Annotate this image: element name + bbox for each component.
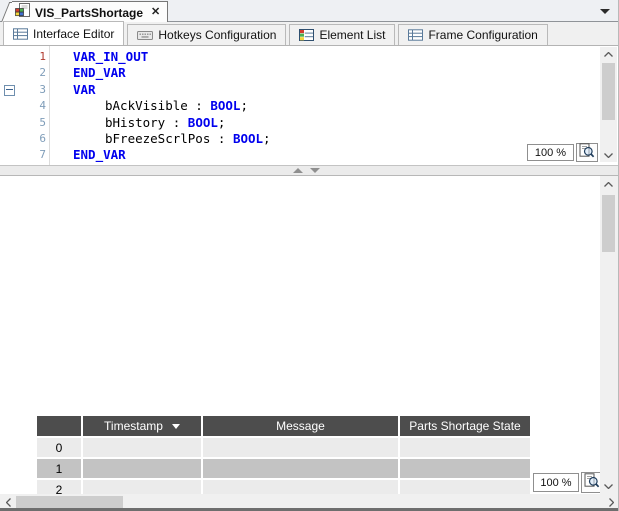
- table-cell: [83, 459, 201, 478]
- tab-label: Hotkeys Configuration: [158, 28, 277, 42]
- scrollbar-thumb[interactable]: [16, 496, 123, 508]
- scroll-down-icon[interactable]: [600, 148, 617, 162]
- scrollbar-thumb[interactable]: [602, 63, 615, 120]
- line-number: 5: [39, 115, 46, 129]
- document-tab-vis-partsshortage[interactable]: VIS_PartsShortage: [12, 1, 169, 23]
- code-line: 4 bAckVisible : BOOL;: [0, 98, 599, 114]
- tab-frame-configuration[interactable]: Frame Configuration: [398, 24, 548, 45]
- form-icon: [408, 29, 424, 41]
- editor-zoom-tool-button[interactable]: [576, 142, 598, 163]
- zoom-tool-icon: [579, 142, 595, 163]
- table-header-row: Timestamp Message Parts Shortage State: [37, 416, 530, 436]
- visualization-canvas[interactable]: Timestamp Message Parts Shortage State 012…: [0, 176, 600, 511]
- code-text: bAckVisible : BOOL;: [105, 98, 248, 114]
- document-tab-title: VIS_PartsShortage: [35, 5, 144, 20]
- fold-margin: [0, 65, 21, 81]
- collapse-icon[interactable]: [4, 84, 15, 96]
- line-number: 2: [39, 66, 46, 80]
- tab-label: Element List: [319, 28, 386, 42]
- editor-vertical-scrollbar[interactable]: [600, 47, 617, 162]
- close-icon[interactable]: [151, 7, 160, 18]
- column-header[interactable]: Message: [203, 416, 398, 436]
- table-cell: [400, 459, 530, 478]
- code-lines: 1 VAR_IN_OUT 2 END_VAR 3 VAR 4 bAckVisible : BO…: [0, 49, 599, 164]
- splitter-handles[interactable]: [293, 168, 320, 173]
- fold-margin: [0, 49, 21, 65]
- fold-margin: [0, 82, 21, 98]
- code-text: END_VAR: [73, 147, 126, 163]
- column-header[interactable]: Timestamp: [83, 416, 201, 436]
- visualization-zoom-level[interactable]: 100 %: [533, 473, 579, 492]
- scrollbar-thumb[interactable]: [602, 195, 615, 252]
- code-text: VAR: [73, 81, 96, 97]
- code-line: 1 VAR_IN_OUT: [0, 49, 599, 65]
- fold-margin: [0, 98, 21, 114]
- code-line: 6 bFreezeScrlPos : BOOL;: [0, 131, 599, 147]
- splitter-up-icon[interactable]: [293, 168, 303, 173]
- table-cell: [83, 438, 201, 457]
- code-text: bHistory : BOOL;: [105, 114, 226, 130]
- document-tab-strip: VIS_PartsShortage: [0, 0, 618, 23]
- line-number: 6: [39, 131, 46, 145]
- sort-dropdown-icon[interactable]: [171, 423, 180, 429]
- editor-subtab-bar: Interface Editor Hotkeys Configuration E…: [0, 21, 618, 46]
- tab-label: Frame Configuration: [428, 28, 538, 42]
- splitter-down-icon[interactable]: [310, 168, 320, 173]
- code-line: 2 END_VAR: [0, 65, 599, 81]
- table-cell: [203, 438, 398, 457]
- visualization-object-icon: [15, 2, 30, 23]
- code-line: 5 bHistory : BOOL;: [0, 115, 599, 131]
- code-text: VAR_IN_OUT: [73, 49, 149, 64]
- scroll-up-icon[interactable]: [600, 177, 617, 191]
- column-header-label: Timestamp: [104, 419, 163, 433]
- visualization-vertical-scrollbar[interactable]: [600, 177, 617, 493]
- visualization-editor-window: VIS_PartsShortage Interface Editor: [0, 0, 619, 511]
- code-line: 3 VAR: [0, 82, 599, 98]
- scroll-down-icon[interactable]: [600, 479, 617, 493]
- code-text: END_VAR: [73, 65, 126, 81]
- row-index-cell: 1: [37, 459, 81, 478]
- line-number: 4: [39, 99, 46, 113]
- column-header-label: Parts Shortage State: [409, 419, 521, 433]
- line-number: 1: [39, 50, 46, 63]
- table-row: 0: [37, 438, 530, 457]
- tab-label: Interface Editor: [33, 26, 115, 41]
- zoom-tool-icon: [584, 472, 600, 493]
- keyboard-icon: [137, 30, 154, 41]
- column-header[interactable]: [37, 416, 81, 436]
- fold-margin: [0, 131, 21, 147]
- row-index-cell: 0: [37, 438, 81, 457]
- table-cell: [203, 459, 398, 478]
- fold-margin: [0, 147, 21, 163]
- column-header[interactable]: Parts Shortage State: [400, 416, 530, 436]
- code-text: bFreezeScrlPos : BOOL;: [105, 130, 271, 146]
- table-row: 1: [37, 459, 530, 478]
- tab-list-dropdown-icon[interactable]: [600, 9, 610, 14]
- grid-icon: [299, 29, 315, 41]
- tab-element-list[interactable]: Element List: [289, 24, 396, 45]
- alarm-table-header: Timestamp Message Parts Shortage State: [37, 416, 530, 436]
- fold-margin: [0, 115, 21, 131]
- line-number: 7: [39, 148, 46, 162]
- line-number: 3: [39, 82, 46, 96]
- editor-zoom-level[interactable]: 100 %: [527, 144, 574, 161]
- pane-splitter[interactable]: [0, 165, 618, 176]
- tab-interface-editor[interactable]: Interface Editor: [3, 21, 125, 45]
- column-header-label: Message: [276, 419, 325, 433]
- scroll-up-icon[interactable]: [600, 47, 617, 61]
- form-icon: [13, 27, 28, 40]
- table-cell: [400, 438, 530, 457]
- tab-hotkeys-configuration[interactable]: Hotkeys Configuration: [127, 24, 287, 45]
- code-line: 7 END_VAR: [0, 147, 599, 163]
